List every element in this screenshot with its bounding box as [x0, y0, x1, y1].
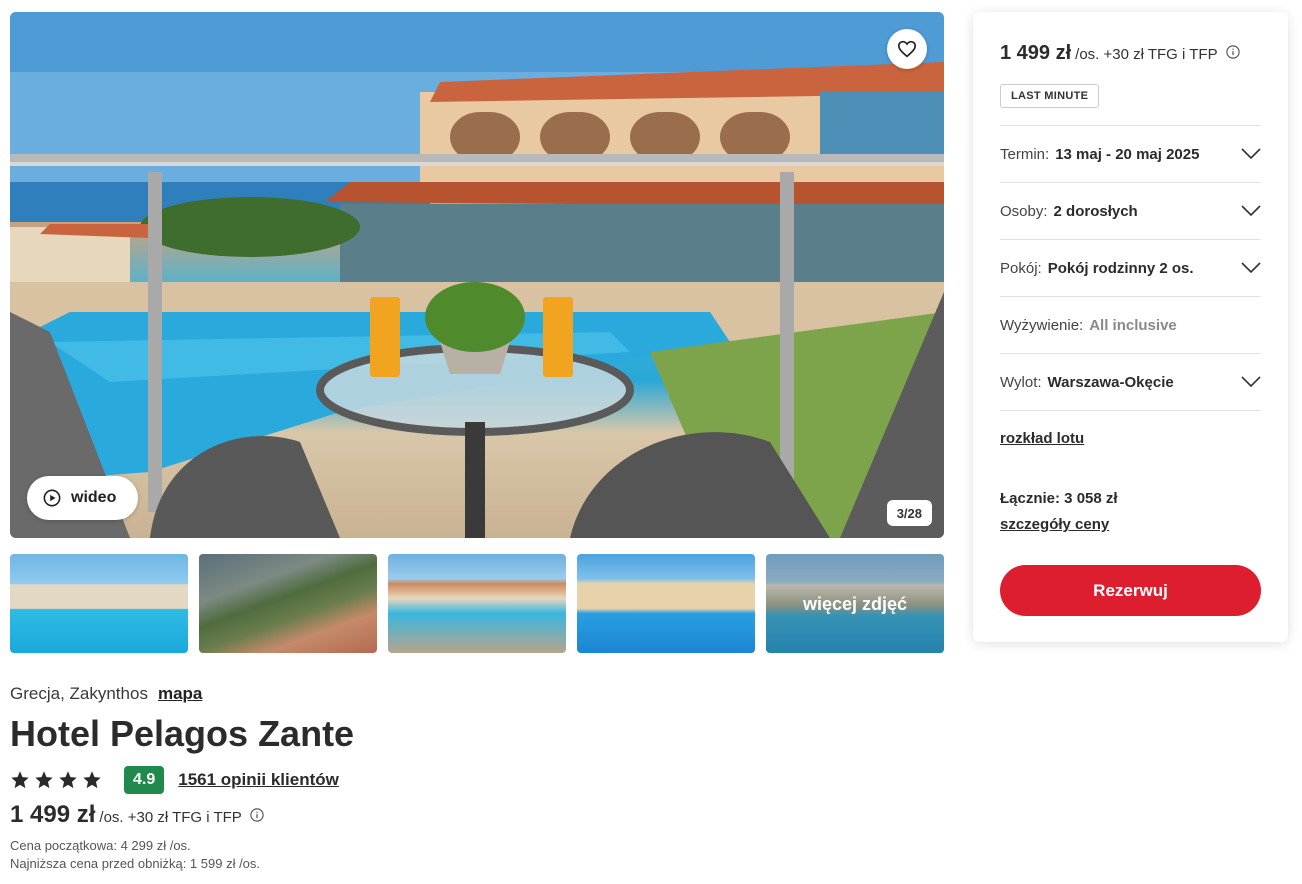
play-icon [43, 489, 61, 507]
total-price: Łącznie: 3 058 zł [1000, 490, 1118, 507]
room-select[interactable]: Pokój: Pokój rodzinny 2 os. [1000, 239, 1261, 296]
hotel-stars [10, 770, 102, 790]
board-info: Wyżywienie: All inclusive [1000, 296, 1261, 353]
star-icon [83, 771, 101, 789]
term-label: Termin: [1000, 145, 1050, 163]
info-icon[interactable] [1225, 45, 1240, 59]
info-icon[interactable] [250, 808, 264, 822]
booking-price-unit: /os. +30 zł TFG i TFP [1075, 46, 1218, 63]
video-button[interactable]: wideo [27, 476, 139, 520]
star-icon [35, 771, 53, 789]
reserve-button[interactable]: Rezerwuj [1000, 565, 1261, 616]
departure-select[interactable]: Wylot: Warszawa-Okęcie [1000, 353, 1261, 410]
hotel-price: 1 499 zł /os. +30 zł TFG i TFP [10, 801, 264, 829]
departure-value: Warszawa-Okęcie [1047, 373, 1174, 391]
location-text: Grecja, Zakynthos [10, 684, 148, 703]
main-photo[interactable]: wideo 3/28 [10, 12, 944, 538]
booking-price-amount: 1 499 zł [1000, 42, 1072, 64]
chevron-down-icon [1241, 148, 1261, 160]
favorite-button[interactable] [887, 29, 927, 69]
map-link[interactable]: mapa [158, 684, 202, 704]
chevron-down-icon [1241, 205, 1261, 217]
persons-value: 2 dorosłych [1053, 202, 1138, 220]
more-photos-thumbnail[interactable]: więcej zdjęć [766, 554, 944, 653]
booking-card: 1 499 zł /os. +30 zł TFG i TFP LAST MINU… [973, 12, 1288, 642]
booking-price: 1 499 zł /os. +30 zł TFG i TFP [1000, 42, 1240, 65]
term-select[interactable]: Termin: 13 maj - 20 maj 2025 [1000, 125, 1261, 182]
term-value: 13 maj - 20 maj 2025 [1055, 145, 1200, 163]
persons-select[interactable]: Osoby: 2 dorosłych [1000, 182, 1261, 239]
departure-label: Wylot: [1000, 373, 1042, 391]
rating-row: 4.9 1561 opinii klientów [10, 766, 339, 794]
star-icon [59, 771, 77, 789]
flight-schedule-link[interactable]: rozkład lotu [1000, 430, 1084, 447]
thumbnail-2[interactable] [199, 554, 377, 653]
star-icon [11, 771, 29, 789]
more-photos-label: więcej zdjęć [766, 554, 944, 653]
thumbnail-strip: więcej zdjęć [10, 554, 944, 653]
board-value: All inclusive [1089, 316, 1177, 334]
hotel-name: Hotel Pelagos Zante [10, 713, 355, 754]
hotel-terrace-photo [10, 12, 944, 538]
lowest-price: Najniższa cena przed obniżką: 1 599 zł /… [10, 856, 261, 871]
hotel-location: Grecja, Zakynthos mapa [10, 684, 202, 704]
persons-label: Osoby: [1000, 202, 1048, 220]
photo-counter: 3/28 [886, 500, 932, 526]
initial-price: Cena początkowa: 4 299 zł /os. [10, 838, 191, 853]
chevron-down-icon [1241, 376, 1261, 388]
chevron-down-icon [1241, 262, 1261, 274]
thumbnail-1[interactable] [10, 554, 188, 653]
score-badge: 4.9 [124, 766, 165, 794]
price-amount: 1 499 zł [10, 801, 96, 828]
price-unit: /os. +30 zł TFG i TFP [99, 809, 242, 826]
room-label: Pokój: [1000, 259, 1042, 277]
room-value: Pokój rodzinny 2 os. [1047, 259, 1194, 277]
heart-icon [897, 40, 917, 58]
thumbnail-4[interactable] [577, 554, 755, 653]
divider [1000, 410, 1261, 411]
thumbnail-3[interactable] [388, 554, 566, 653]
reviews-link[interactable]: 1561 opinii klientów [178, 770, 339, 790]
board-label: Wyżywienie: [1000, 316, 1084, 334]
video-label: wideo [71, 489, 117, 506]
price-details-link[interactable]: szczegóły ceny [1000, 516, 1109, 533]
last-minute-badge: LAST MINUTE [1000, 84, 1100, 108]
